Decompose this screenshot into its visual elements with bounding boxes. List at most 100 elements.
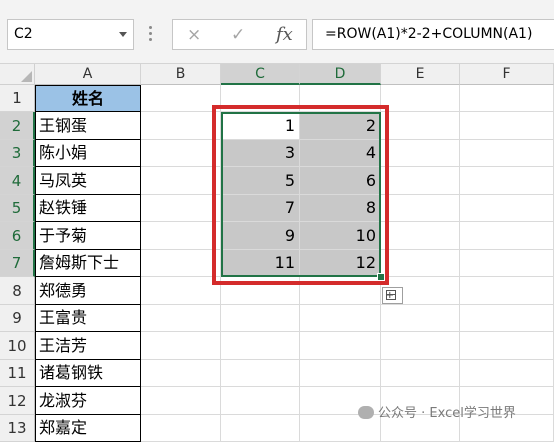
column-header-e[interactable]: E <box>381 64 460 85</box>
cell-d5[interactable]: 8 <box>300 195 381 222</box>
cell-c7[interactable]: 11 <box>221 250 300 277</box>
cell-a12[interactable]: 龙淑芬 <box>35 387 141 415</box>
cell-e3[interactable] <box>381 140 460 167</box>
cell-c9[interactable] <box>221 305 300 332</box>
row-header-12[interactable]: 12 <box>0 387 35 415</box>
cell-f2[interactable] <box>460 112 554 140</box>
cell-c10[interactable] <box>221 332 300 360</box>
column-header-a[interactable]: A <box>35 64 141 85</box>
row-header-5[interactable]: 5 <box>0 195 35 222</box>
row-header-9[interactable]: 9 <box>0 305 35 332</box>
cell-b7[interactable] <box>141 250 221 277</box>
cell-e4[interactable] <box>381 167 460 195</box>
row-header-10[interactable]: 10 <box>0 332 35 360</box>
cell-e10[interactable] <box>381 332 460 360</box>
cell-d4[interactable]: 6 <box>300 167 381 195</box>
cell-d11[interactable] <box>300 360 381 387</box>
cell-c11[interactable] <box>221 360 300 387</box>
cell-c4[interactable]: 5 <box>221 167 300 195</box>
cell-f11[interactable] <box>460 360 554 387</box>
cell-b1[interactable] <box>141 85 221 112</box>
cell-f6[interactable] <box>460 222 554 250</box>
row-header-4[interactable]: 4 <box>0 167 35 195</box>
cell-a4[interactable]: 马凤英 <box>35 167 141 195</box>
row-header-2[interactable]: 2 <box>0 112 35 140</box>
cell-f3[interactable] <box>460 140 554 167</box>
cell-f1[interactable] <box>460 85 554 112</box>
cell-b9[interactable] <box>141 305 221 332</box>
cell-a11[interactable]: 诸葛钢铁 <box>35 360 141 387</box>
row-header-7[interactable]: 7 <box>0 250 35 277</box>
cell-d10[interactable] <box>300 332 381 360</box>
cell-c2[interactable]: 1 <box>221 112 300 140</box>
quick-analysis-button[interactable]: + <box>382 287 403 304</box>
row-header-3[interactable]: 3 <box>0 140 35 167</box>
cell-f7[interactable] <box>460 250 554 277</box>
cell-d9[interactable] <box>300 305 381 332</box>
row-header-13[interactable]: 13 <box>0 415 35 442</box>
cell-b3[interactable] <box>141 140 221 167</box>
cell-d3[interactable]: 4 <box>300 140 381 167</box>
enter-icon[interactable]: ✓ <box>231 25 245 45</box>
row-header-8[interactable]: 8 <box>0 277 35 305</box>
row-header-1[interactable]: 1 <box>0 85 35 112</box>
cell-d7[interactable]: 12 <box>300 250 381 277</box>
cell-a2[interactable]: 王钢蛋 <box>35 112 141 140</box>
cell-b10[interactable] <box>141 332 221 360</box>
cancel-icon[interactable]: × <box>187 25 201 45</box>
column-header-f[interactable]: F <box>460 64 554 85</box>
column-header-b[interactable]: B <box>141 64 221 85</box>
cell-e9[interactable] <box>381 305 460 332</box>
cell-b6[interactable] <box>141 222 221 250</box>
splitter-handle[interactable] <box>149 26 153 44</box>
chevron-down-icon[interactable] <box>119 32 127 37</box>
cell-c3[interactable]: 3 <box>221 140 300 167</box>
cell-a5[interactable]: 赵铁锤 <box>35 195 141 222</box>
cell-c1[interactable] <box>221 85 300 112</box>
name-box[interactable]: C2 <box>7 19 134 50</box>
cell-d1[interactable] <box>300 85 381 112</box>
row-header-11[interactable]: 11 <box>0 360 35 387</box>
cell-c8[interactable] <box>221 277 300 305</box>
formula-input[interactable]: =ROW(A1)*2-2+COLUMN(A1) <box>312 19 554 50</box>
cell-c6[interactable]: 9 <box>221 222 300 250</box>
cell-c5[interactable]: 7 <box>221 195 300 222</box>
cell-d2[interactable]: 2 <box>300 112 381 140</box>
row-header-6[interactable]: 6 <box>0 222 35 250</box>
cell-e7[interactable] <box>381 250 460 277</box>
cell-a9[interactable]: 王富贵 <box>35 305 141 332</box>
cell-e5[interactable] <box>381 195 460 222</box>
cell-a10[interactable]: 王洁芳 <box>35 332 141 360</box>
cell-b4[interactable] <box>141 167 221 195</box>
cell-d8[interactable] <box>300 277 381 305</box>
cell-a7[interactable]: 詹姆斯下士 <box>35 250 141 277</box>
cell-a1[interactable]: 姓名 <box>35 85 141 112</box>
cell-a6[interactable]: 于予菊 <box>35 222 141 250</box>
cell-b13[interactable] <box>141 415 221 442</box>
cell-f4[interactable] <box>460 167 554 195</box>
cell-e6[interactable] <box>381 222 460 250</box>
column-header-c[interactable]: C <box>221 64 300 85</box>
fill-handle[interactable] <box>377 273 385 281</box>
cell-b2[interactable] <box>141 112 221 140</box>
cell-a8[interactable]: 郑德勇 <box>35 277 141 305</box>
cell-b11[interactable] <box>141 360 221 387</box>
cell-e2[interactable] <box>381 112 460 140</box>
cell-c12[interactable] <box>221 387 300 415</box>
select-all-button[interactable] <box>0 64 35 85</box>
cell-f8[interactable] <box>460 277 554 305</box>
insert-function-icon[interactable]: fx <box>276 24 293 45</box>
cell-c13[interactable] <box>221 415 300 442</box>
cell-f9[interactable] <box>460 305 554 332</box>
cell-b8[interactable] <box>141 277 221 305</box>
cell-f10[interactable] <box>460 332 554 360</box>
cell-e1[interactable] <box>381 85 460 112</box>
cell-a13[interactable]: 郑嘉定 <box>35 415 141 442</box>
cell-d6[interactable]: 10 <box>300 222 381 250</box>
column-header-d[interactable]: D <box>300 64 381 85</box>
cell-e11[interactable] <box>381 360 460 387</box>
cell-b12[interactable] <box>141 387 221 415</box>
cell-a3[interactable]: 陈小娟 <box>35 140 141 167</box>
cell-f5[interactable] <box>460 195 554 222</box>
cell-b5[interactable] <box>141 195 221 222</box>
